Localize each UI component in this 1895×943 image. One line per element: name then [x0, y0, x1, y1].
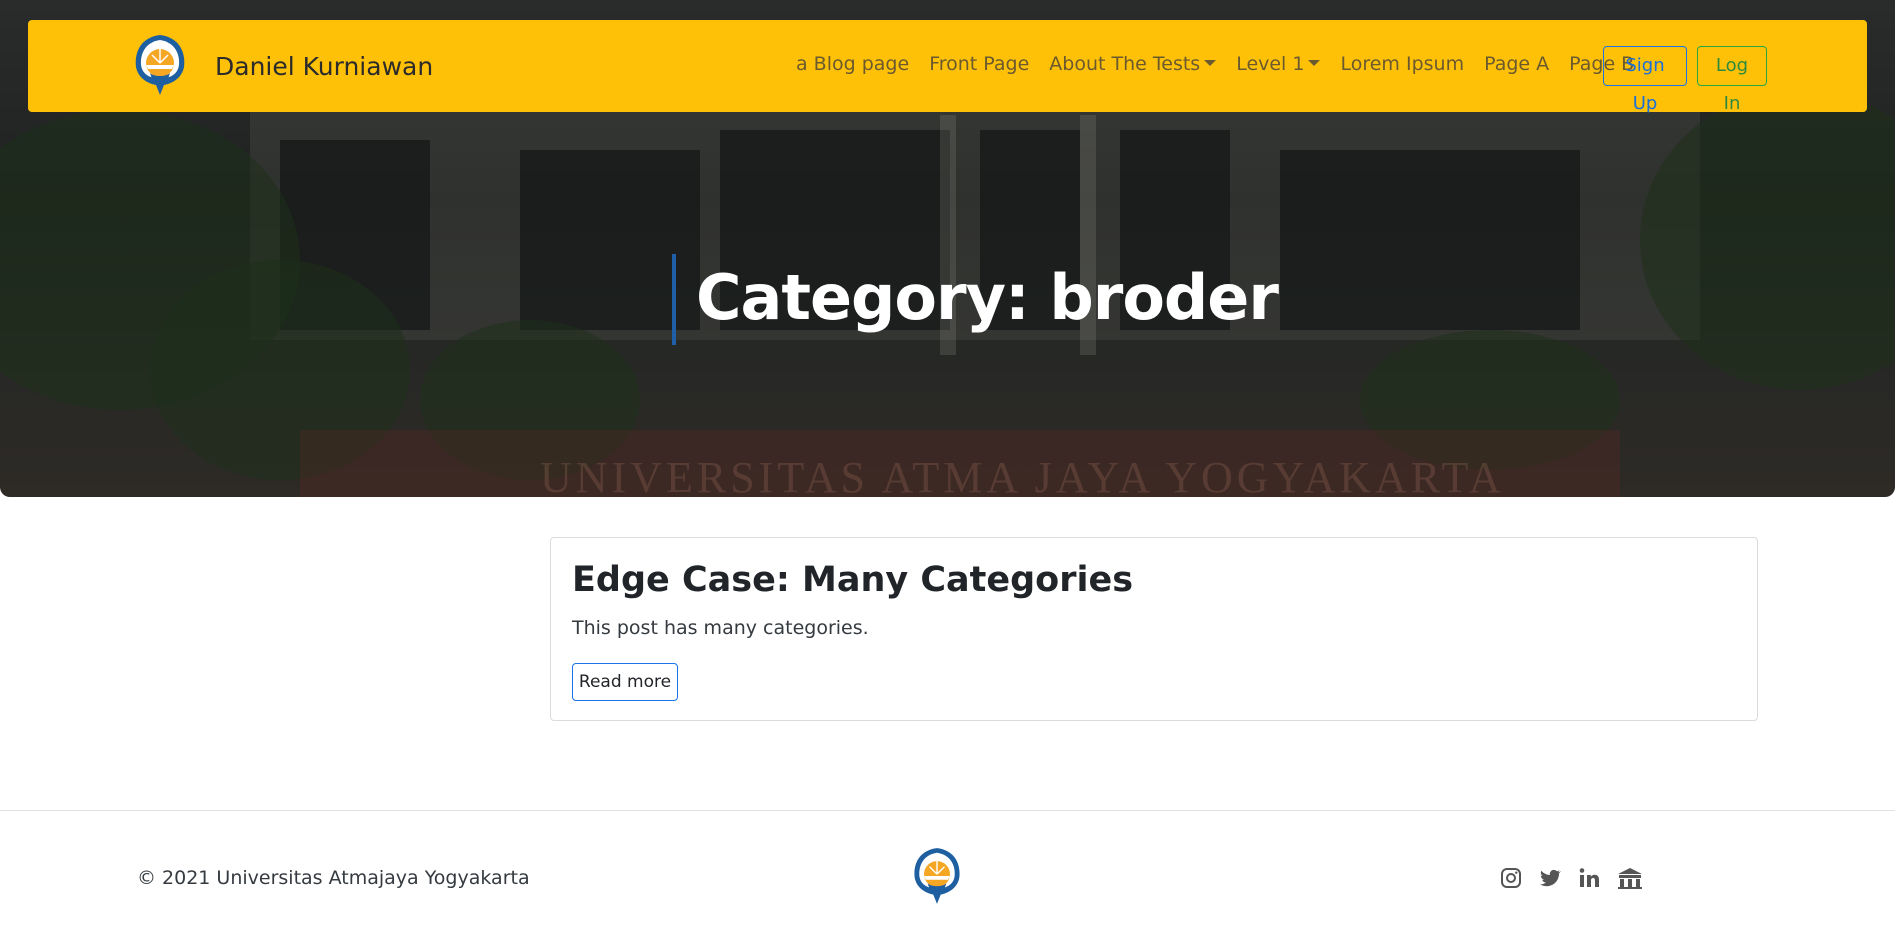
- nav-link-label: Level 1: [1236, 53, 1305, 75]
- page-title: Category: broder: [696, 261, 1279, 334]
- nav-link-label: About The Tests: [1049, 53, 1201, 75]
- nav-link-lorem-ipsum[interactable]: Lorem Ipsum: [1340, 53, 1464, 75]
- nav-link-label: Lorem Ipsum: [1340, 53, 1465, 75]
- hero-title-container: Category: broder: [672, 254, 1279, 345]
- nav-link-label: Page A: [1484, 53, 1550, 75]
- nav-link-label: a Blog page: [796, 53, 910, 75]
- twitter-icon[interactable]: [1538, 866, 1562, 890]
- nav-link-label: Front Page: [929, 53, 1030, 75]
- post-title[interactable]: Edge Case: Many Categories: [572, 560, 1133, 600]
- brand-name[interactable]: Daniel Kurniawan: [215, 52, 433, 81]
- post-card: Edge Case: Many Categories This post has…: [550, 537, 1758, 721]
- caret-down-icon: [1308, 60, 1321, 66]
- university-logo-icon[interactable]: [132, 33, 188, 97]
- log-in-button[interactable]: Log In: [1697, 46, 1767, 114]
- hero-background-sign-text: UNIVERSITAS ATMA JAYA YOGYAKARTA: [540, 453, 1505, 497]
- instagram-icon[interactable]: [1499, 866, 1523, 890]
- post-excerpt: This post has many categories.: [572, 617, 869, 639]
- nav-dropdown-level-1[interactable]: Level 1: [1236, 53, 1321, 75]
- top-navbar: Daniel Kurniawan a Blog page Front Page …: [28, 20, 1867, 114]
- read-more-button[interactable]: Read more: [572, 663, 678, 701]
- sign-up-button[interactable]: Sign Up: [1603, 46, 1687, 114]
- footer-divider: [0, 810, 1895, 811]
- nav-links: a Blog page Front Page About The Tests L…: [796, 53, 1654, 75]
- nav-dropdown-about-the-tests[interactable]: About The Tests: [1049, 53, 1217, 75]
- copyright-text: © 2021 Universitas Atmajaya Yogyakarta: [137, 867, 530, 889]
- linkedin-icon[interactable]: [1577, 866, 1601, 890]
- nav-link-front-page[interactable]: Front Page: [929, 53, 1029, 75]
- university-logo-icon: [914, 848, 960, 904]
- nav-link-page-a[interactable]: Page A: [1484, 53, 1549, 75]
- hero-background-window: [1280, 150, 1580, 330]
- nav-link-blog-page[interactable]: a Blog page: [796, 53, 909, 75]
- campus-icon[interactable]: [1616, 866, 1644, 890]
- caret-down-icon: [1204, 60, 1217, 66]
